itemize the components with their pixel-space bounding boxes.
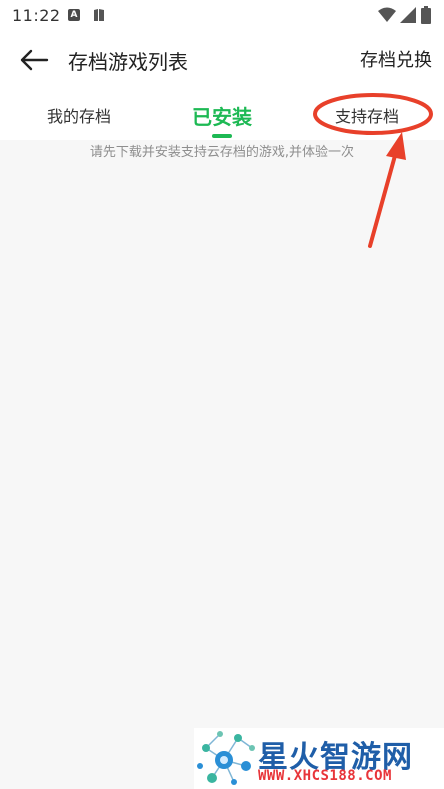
tab-my-saves[interactable]: 我的存档 <box>20 90 138 140</box>
app-header: 存档游戏列表 存档兑换 <box>0 32 444 90</box>
tab-label: 我的存档 <box>46 107 111 126</box>
annotation-arrow-icon <box>368 132 406 248</box>
book-icon <box>94 9 104 21</box>
tab-installed[interactable]: 已安装 <box>160 90 284 140</box>
arrow-left-icon <box>20 49 49 71</box>
status-bar: 11:22 A <box>0 0 444 32</box>
save-exchange-button[interactable]: 存档兑换 <box>360 46 432 72</box>
status-time: 11:22 <box>12 6 61 25</box>
page-title: 存档游戏列表 <box>68 50 188 74</box>
back-button[interactable] <box>14 44 54 76</box>
wifi-icon <box>378 7 396 22</box>
active-tab-indicator <box>212 134 232 138</box>
battery-icon <box>421 6 431 24</box>
a-notification-icon: A <box>68 9 80 21</box>
signal-icon <box>400 7 416 23</box>
tab-label: 已安装 <box>192 104 252 129</box>
watermark: 星火智游网 WWW.XHCS188.COM <box>194 728 444 789</box>
molecule-logo-icon <box>197 731 255 785</box>
watermark-url: WWW.XHCS188.COM <box>258 768 392 784</box>
